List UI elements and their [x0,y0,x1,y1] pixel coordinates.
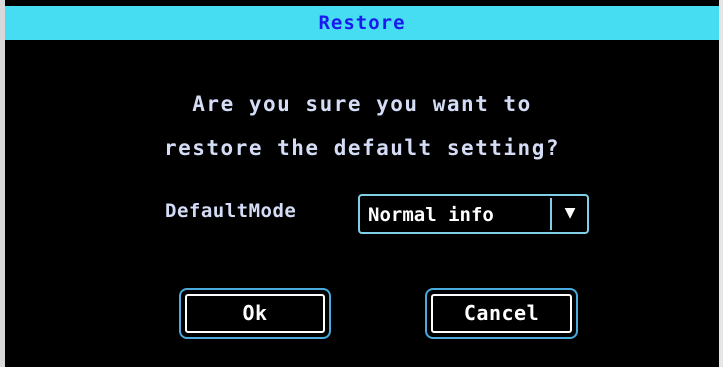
default-mode-value: Normal info [368,204,494,226]
confirm-message-line-2: restore the default setting? [163,136,560,160]
chevron-down-icon[interactable]: ▼ [556,196,584,232]
default-mode-label: DefaultMode [165,200,297,222]
select-divider [550,198,552,230]
ok-button[interactable]: Ok [179,288,331,339]
confirm-message-line-1: Are you sure you want to [192,92,532,116]
title-bar: Restore [5,6,719,40]
cancel-button[interactable]: Cancel [425,288,578,339]
ok-button-label: Ok [185,294,325,333]
default-mode-select[interactable]: Normal info ▼ [358,194,589,234]
restore-dialog: Restore Are you sure you want to restore… [0,0,723,367]
cancel-button-label: Cancel [431,294,572,333]
dialog-title: Restore [318,12,406,34]
